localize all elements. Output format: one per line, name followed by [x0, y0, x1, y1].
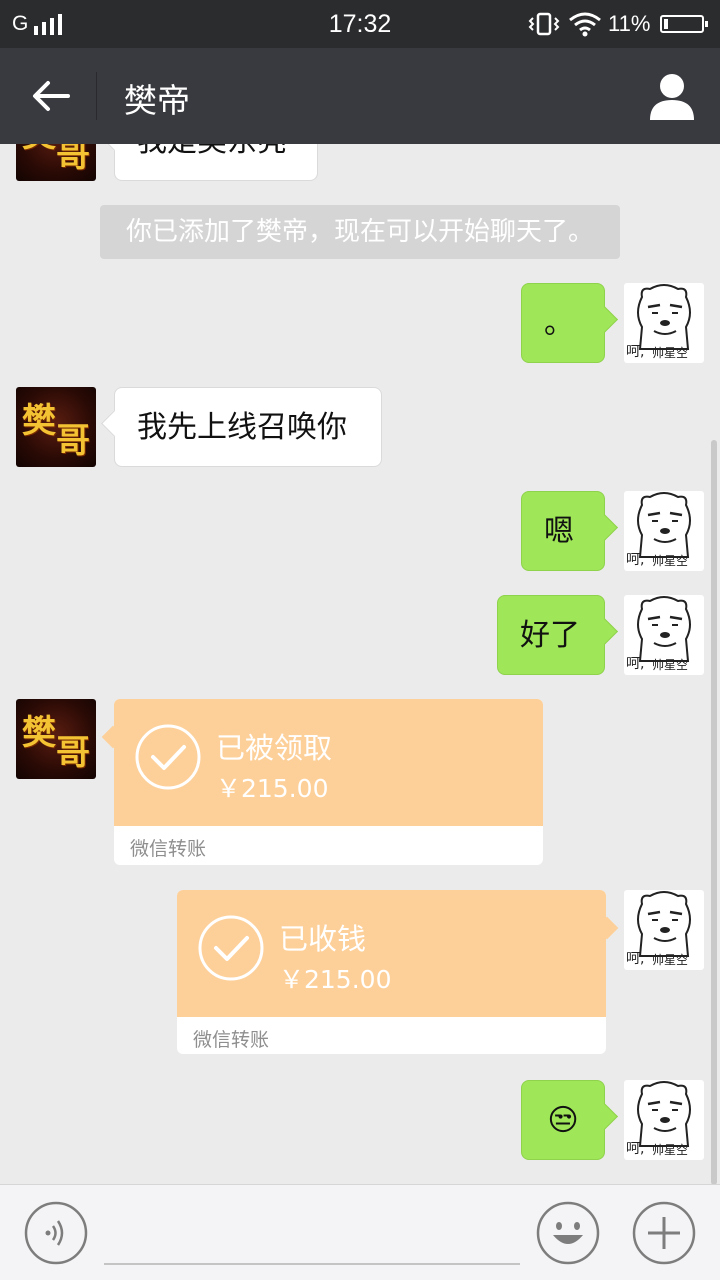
friend-avatar[interactable]: 樊 哥 — [16, 387, 96, 467]
plus-icon[interactable] — [632, 1201, 696, 1265]
profile-icon[interactable] — [648, 70, 696, 122]
message-text: 好了 — [520, 618, 580, 653]
wifi-icon — [569, 12, 601, 37]
system-notice: 你已添加了樊帝，现在可以开始聊天了。 — [100, 205, 620, 259]
my-avatar[interactable]: 呵, 帅星空 — [624, 890, 704, 970]
transfer-label: 微信转账 — [193, 1029, 270, 1051]
transfer-status: 已被领取 — [216, 731, 333, 765]
transfer-card-collected[interactable]: 已收钱 ￥215.00 微信转账 — [177, 890, 606, 1054]
outgoing-message[interactable]: 。 — [521, 283, 605, 363]
input-bar — [0, 1184, 720, 1280]
emoji-icon[interactable] — [536, 1201, 600, 1265]
incoming-message[interactable]: 我先上线召唤你 — [114, 387, 382, 467]
transfer-label: 微信转账 — [130, 838, 207, 860]
transfer-status: 已收钱 — [279, 922, 367, 956]
my-avatar[interactable]: 呵, 帅星空 — [624, 1080, 704, 1160]
title-divider — [96, 72, 97, 120]
outgoing-message[interactable]: 嗯 — [521, 491, 605, 571]
my-avatar[interactable]: 呵, 帅星空 — [624, 491, 704, 571]
status-bar: G 17:32 11% — [0, 0, 720, 48]
friend-avatar[interactable]: 樊 哥 — [16, 144, 96, 181]
battery-icon — [660, 15, 708, 33]
message-input[interactable] — [104, 1263, 520, 1265]
scrollbar[interactable] — [711, 440, 717, 1185]
message-text: 嗯 — [544, 514, 574, 549]
my-avatar[interactable]: 呵, 帅星空 — [624, 283, 704, 363]
transfer-card-received[interactable]: 已被领取 ￥215.00 微信转账 — [114, 699, 543, 865]
check-circle-icon — [135, 724, 201, 790]
check-circle-icon — [198, 915, 264, 981]
vibrate-icon — [528, 12, 560, 36]
battery-percent: 11% — [608, 11, 651, 36]
message-text: 我是樊东亮 — [137, 144, 287, 159]
emoji-message: 😒 — [547, 1103, 579, 1138]
chat-title-bar: 樊帝 — [0, 48, 720, 144]
message-text: 我先上线召唤你 — [137, 410, 347, 445]
back-arrow-icon[interactable] — [28, 74, 72, 118]
transfer-amount: ￥215.00 — [216, 774, 329, 803]
friend-avatar[interactable]: 樊 哥 — [16, 699, 96, 779]
outgoing-message[interactable]: 😒 — [521, 1080, 605, 1160]
message-list[interactable]: 樊 哥 我是樊东亮 你已添加了樊帝，现在可以开始聊天了。 。 呵,帅星空 樊 哥… — [0, 144, 720, 1184]
incoming-message[interactable]: 我是樊东亮 — [114, 144, 318, 181]
transfer-amount: ￥215.00 — [279, 965, 392, 994]
my-avatar[interactable]: 呵, 帅星空 — [624, 595, 704, 675]
outgoing-message[interactable]: 好了 — [497, 595, 605, 675]
message-text: 。 — [544, 306, 574, 341]
voice-icon[interactable] — [24, 1201, 88, 1265]
chat-title: 樊帝 — [124, 81, 190, 120]
